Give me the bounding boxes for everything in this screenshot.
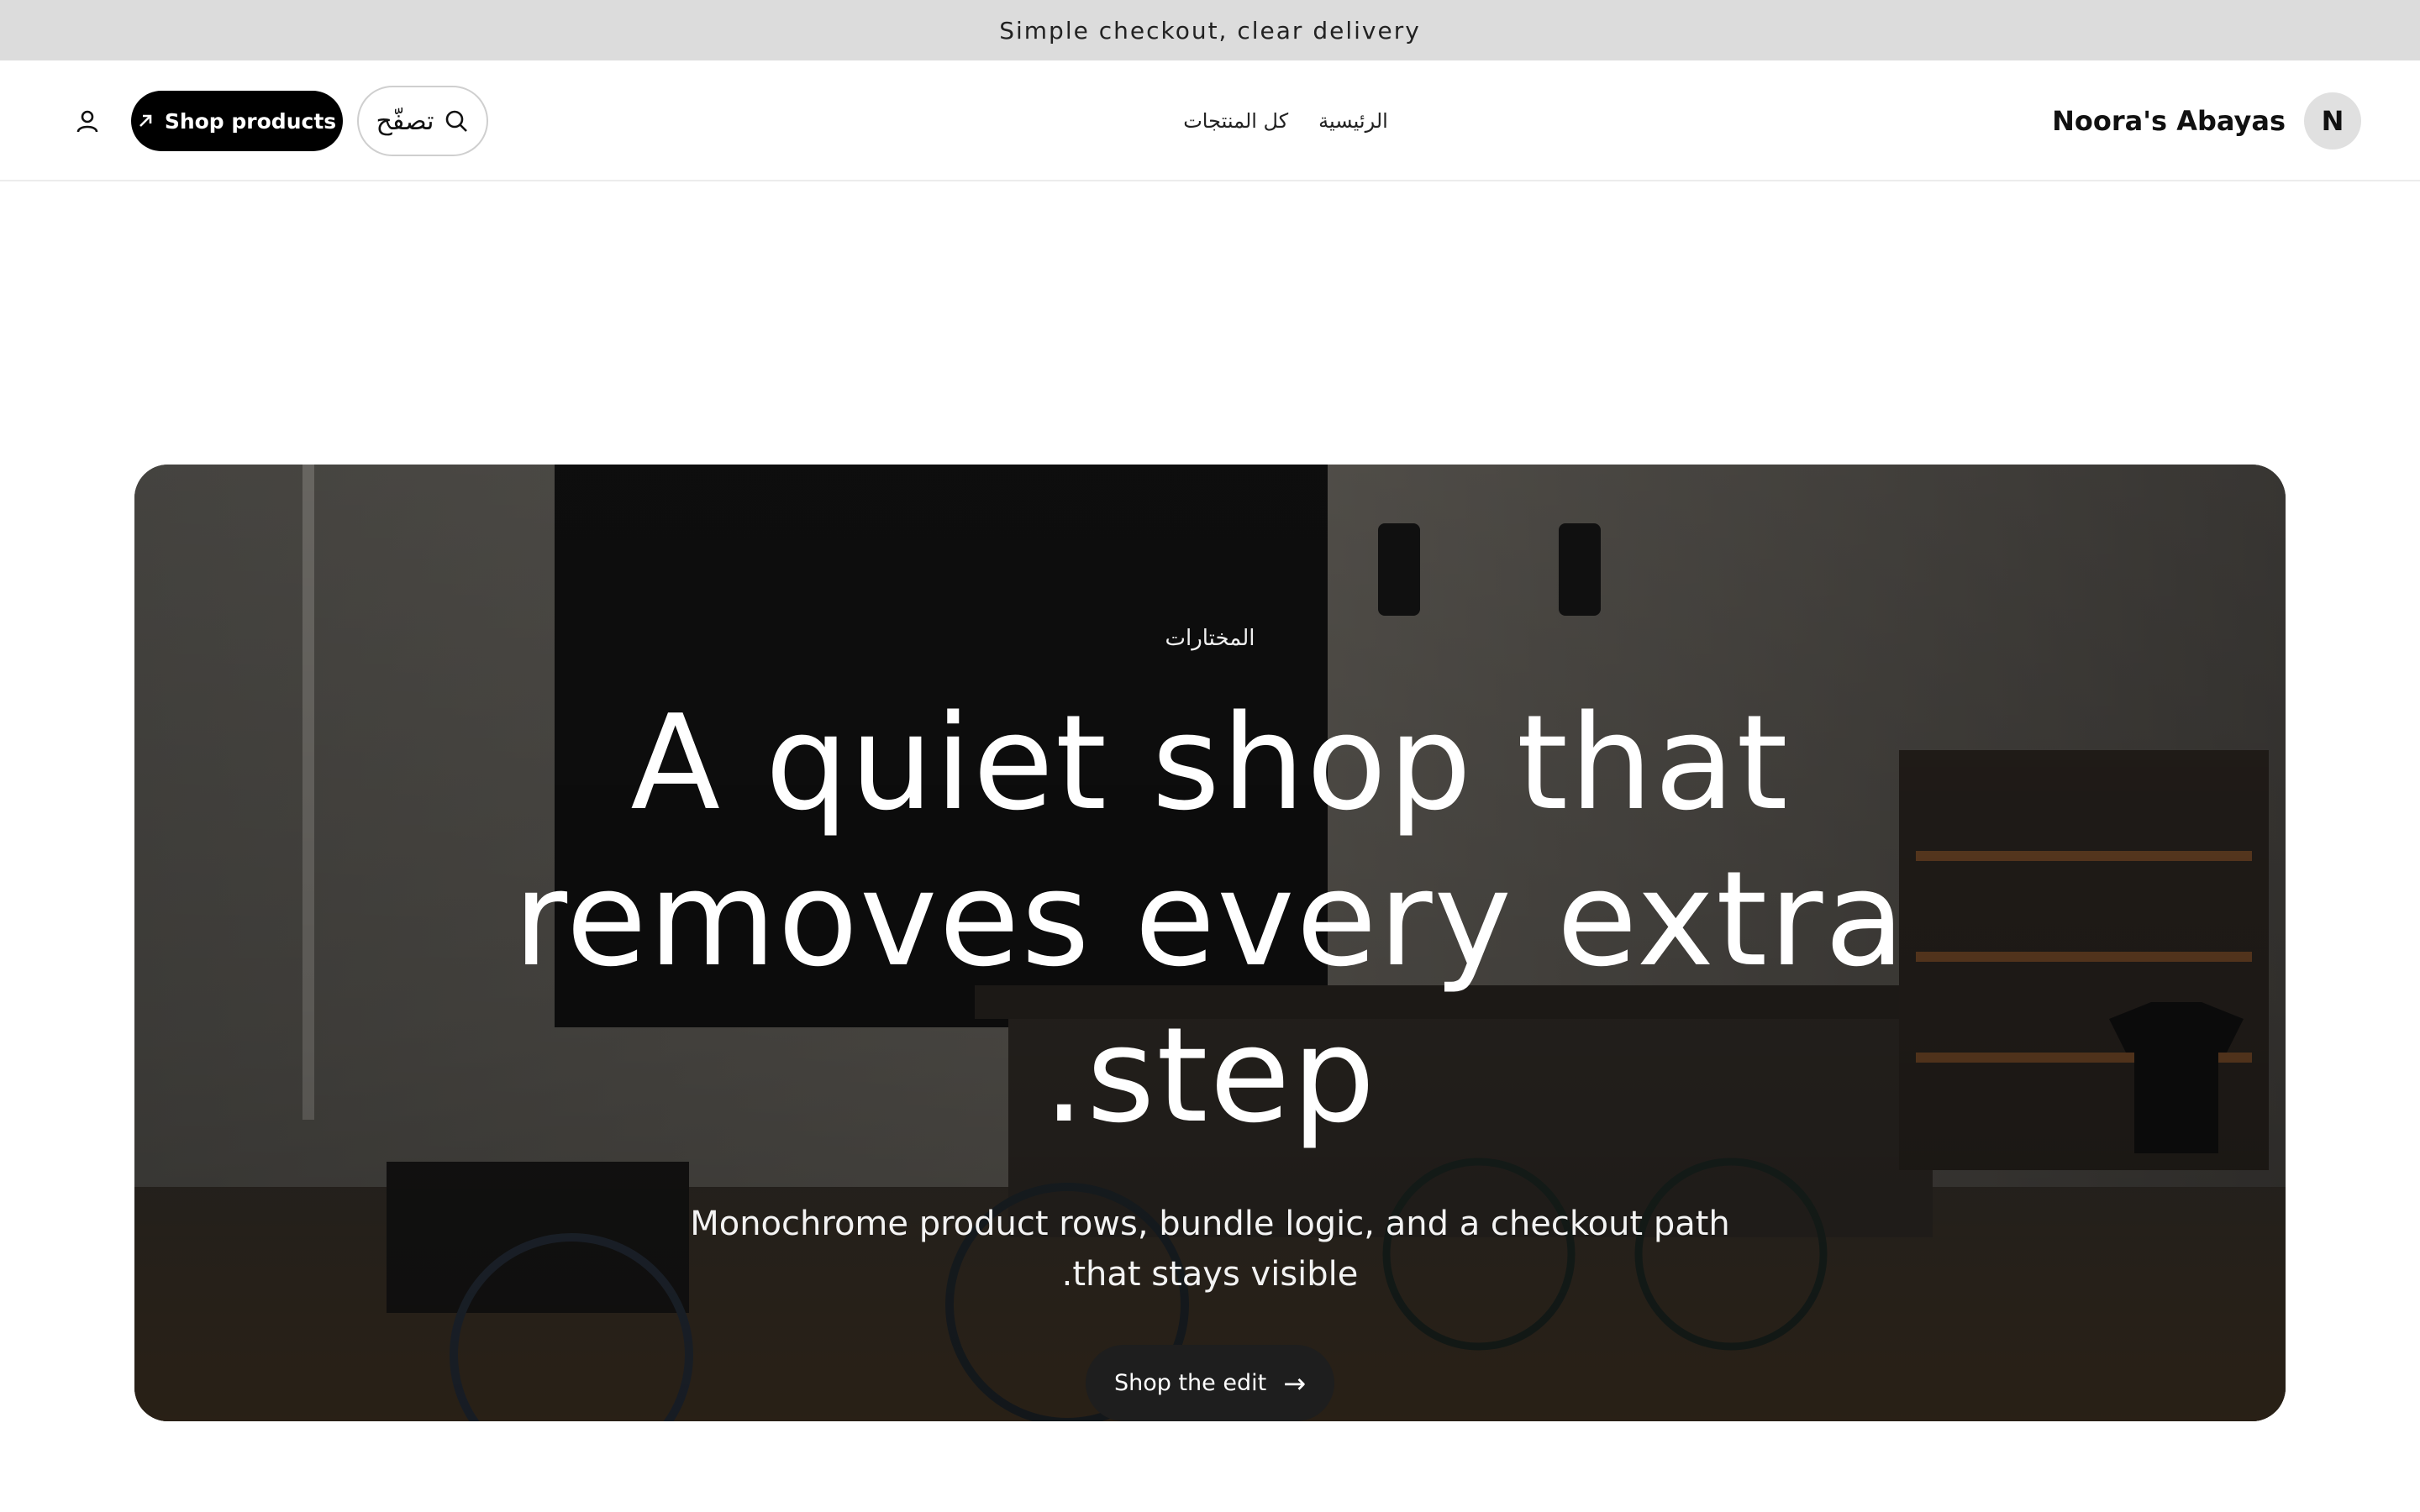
hero-content: المختارات A quiet shop that removes ever… — [134, 465, 2286, 1421]
shop-products-button[interactable]: Shop products — [131, 91, 343, 151]
shop-products-label: Shop products — [164, 108, 337, 134]
arrow-up-right-icon — [139, 114, 152, 127]
announcement-bar: Simple checkout, clear delivery — [0, 0, 2420, 60]
announcement-text: Simple checkout, clear delivery — [999, 16, 1421, 45]
hero-headline: A quiet shop that removes every extra st… — [513, 686, 1907, 1152]
nav-item-home[interactable]: الرئيسية — [1318, 109, 1388, 133]
brand-name: Noora's Abayas — [2052, 105, 2286, 137]
search-icon — [446, 110, 468, 132]
hero-kicker: المختارات — [1165, 626, 1255, 651]
main-nav: الرئيسية كل المنتجات — [1160, 102, 1412, 139]
brand-initial: N — [2321, 105, 2344, 137]
site-header: Shop products تصفّح الرئيسية كل المنتجات… — [0, 60, 2420, 181]
hero-banner: المختارات A quiet shop that removes ever… — [134, 465, 2286, 1421]
brand-logo[interactable]: Noora's Abayas N — [2052, 91, 2361, 151]
search-button[interactable]: تصفّح — [357, 86, 488, 156]
hero-subhead: Monochrome product rows, bundle logic, a… — [690, 1205, 1730, 1294]
shop-the-edit-button[interactable]: Shop the edit → — [1086, 1345, 1334, 1421]
user-icon — [76, 110, 98, 133]
brand-avatar: N — [2304, 92, 2361, 150]
account-button[interactable] — [69, 104, 106, 138]
arrow-right-icon: → — [1283, 1367, 1307, 1399]
search-label: تصفّح — [376, 106, 434, 136]
cta-label: Shop the edit — [1113, 1370, 1267, 1396]
nav-item-all-products[interactable]: كل المنتجات — [1183, 109, 1288, 133]
